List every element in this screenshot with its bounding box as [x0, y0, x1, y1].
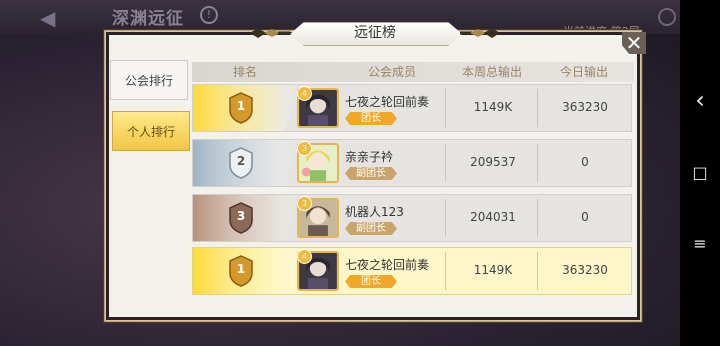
dialog-title-banner: 远征榜 [250, 22, 500, 46]
role-badge: 团长 [345, 275, 397, 288]
cell-divider [445, 199, 446, 237]
today-output: 363230 [562, 263, 608, 277]
cell-divider [537, 144, 538, 182]
rank-number: 3 [236, 209, 246, 223]
column-header-member: 公会成员 [367, 65, 416, 79]
table-header: 排名 公会成员 本周总输出 今日输出 [192, 62, 634, 82]
level-badge: 4 [297, 86, 312, 101]
background-title: 深渊远征 [112, 9, 184, 29]
nav-menu-button[interactable]: ≡ [680, 224, 720, 264]
column-header-today: 今日输出 [559, 65, 608, 79]
role-badge: 副团长 [345, 222, 397, 235]
tab-guild-ranking[interactable]: 公会排行 [110, 60, 188, 100]
self-ranking-row[interactable]: 1 4 七夜之轮回前奏 团长 1149K 363230 [192, 247, 632, 295]
member-name: 机器人123 [345, 205, 404, 219]
table-row[interactable]: 3 3 机器人123 副团长 204031 0 [192, 194, 632, 242]
rank-number: 1 [236, 262, 246, 276]
rank-cell: 2 [193, 140, 299, 186]
rank-cell: 3 [193, 195, 299, 241]
rank-number: 1 [236, 99, 246, 113]
role-badge: 团长 [345, 112, 397, 125]
nav-back-button[interactable]: ‹ [680, 80, 720, 120]
cell-divider [445, 144, 446, 182]
level-badge: 3 [297, 196, 312, 211]
rank-cell: 1 [193, 248, 299, 294]
level-badge: 4 [297, 249, 312, 264]
today-output: 0 [581, 210, 589, 224]
column-header-rank: 排名 [232, 65, 257, 79]
background-back-icon: ◀ [40, 6, 56, 30]
info-icon: ! [200, 6, 218, 24]
nav-home-button[interactable]: □ [680, 153, 720, 193]
member-name: 七夜之轮回前奏 [345, 258, 430, 272]
member-name: 七夜之轮回前奏 [345, 95, 430, 109]
today-output: 0 [581, 155, 589, 169]
weekly-output: 209537 [470, 155, 516, 169]
table-row[interactable]: 2 3 亲亲子衿 副团长 209537 0 [192, 139, 632, 187]
weekly-output: 204031 [470, 210, 516, 224]
rank-cell: 1 [193, 85, 299, 131]
dialog-title: 远征榜 [354, 25, 396, 41]
rank-number: 2 [236, 154, 246, 168]
background-settings-icon [658, 8, 676, 26]
title-ornament-left-icon [250, 28, 290, 38]
column-header-weekly: 本周总输出 [461, 65, 522, 79]
weekly-output: 1149K [473, 263, 513, 277]
role-badge: 副团长 [345, 167, 397, 180]
member-name: 亲亲子衿 [345, 150, 394, 164]
weekly-output: 1149K [473, 100, 513, 114]
table-row[interactable]: 1 4 七夜之轮回前奏 团长 1149K 363230 [192, 84, 632, 132]
cell-divider [537, 89, 538, 127]
level-badge: 3 [297, 141, 312, 156]
cell-divider [445, 252, 446, 290]
cell-divider [537, 199, 538, 237]
cell-divider [445, 89, 446, 127]
tab-personal-ranking[interactable]: 个人排行 [112, 111, 190, 151]
today-output: 363230 [562, 100, 608, 114]
cell-divider [537, 252, 538, 290]
android-nav-bar: ‹ □ ≡ [680, 0, 720, 346]
title-ornament-right-icon [460, 28, 500, 38]
